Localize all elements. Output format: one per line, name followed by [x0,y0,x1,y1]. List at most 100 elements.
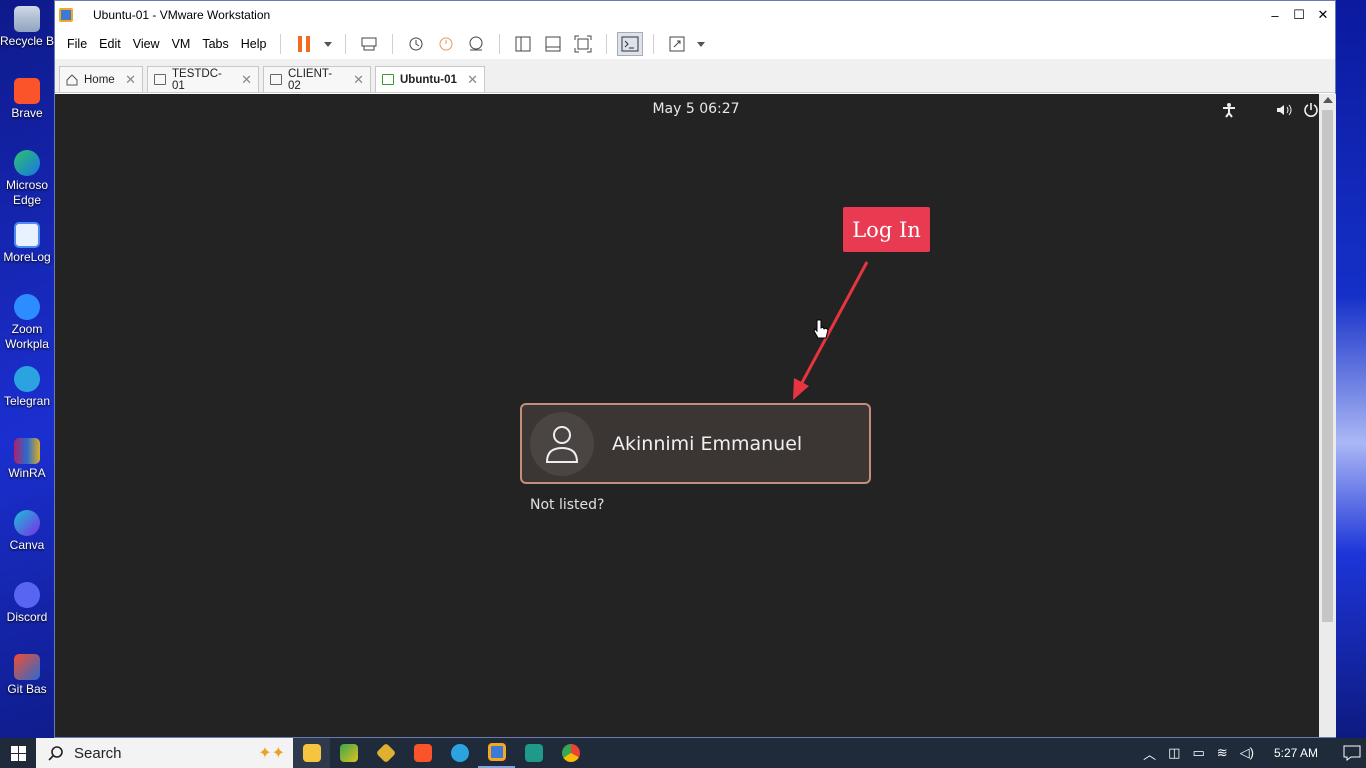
stretch-button[interactable] [664,32,690,56]
guest-display[interactable]: May 5 06:27 Log In Akinnimi Emmanuel Not… [55,94,1319,737]
menu-vm[interactable]: VM [166,37,197,51]
taskbar-chrome[interactable] [552,738,589,768]
notification-button[interactable] [1338,738,1366,768]
not-listed-link[interactable]: Not listed? [530,497,604,513]
desktop-icon-discord[interactable]: Discord [0,582,54,625]
revert-snapshot-button[interactable] [433,32,459,56]
vm-tab-bar: Home ✕ TESTDC-01 ✕ CLIENT-02 ✕ Ubuntu-01… [55,59,1335,93]
annotation-arrow [793,261,869,400]
morelog-icon [14,222,40,248]
show-library-button[interactable] [510,32,536,56]
taskbar-vscode-insiders[interactable] [515,738,552,768]
pause-button[interactable] [291,32,317,56]
system-tray: ︿ ◫ ▭ ≋ ◁) 5:27 AM [1137,738,1366,768]
folder-icon [302,744,321,762]
start-button[interactable] [0,738,36,768]
search-label: Search [74,744,122,762]
toolbar-divider [606,34,608,54]
user-login-card[interactable]: Akinnimi Emmanuel [520,403,871,484]
vertical-scrollbar[interactable] [1319,94,1336,737]
scroll-up-icon[interactable] [1323,97,1333,103]
scrollbar-thumb[interactable] [1322,110,1333,622]
full-screen-button[interactable] [570,32,596,56]
guest-clock[interactable]: May 5 06:27 [55,101,1337,117]
menu-tabs[interactable]: Tabs [196,37,234,51]
desktop-icon-winrar[interactable]: WinRA [0,438,54,481]
power-icon[interactable] [1303,102,1319,118]
close-icon[interactable]: ✕ [467,72,478,88]
taskbar-search[interactable]: Search ✦✦ [36,738,293,768]
chevron-down-icon [697,41,706,47]
library-icon [515,36,531,52]
desktop-icon-git-bash[interactable]: Git Bas [0,654,54,697]
tab-home[interactable]: Home ✕ [59,66,143,92]
canva-icon [14,510,40,536]
vmware-icon [487,743,506,761]
stretch-icon [669,36,685,52]
menu-file[interactable]: File [61,37,93,51]
toolbar-divider [392,34,394,54]
wifi-icon[interactable]: ≋ [1217,745,1228,761]
close-icon[interactable]: ✕ [353,72,364,88]
desktop-icon-canva[interactable]: Canva [0,510,54,553]
discord-icon [14,582,40,608]
volume-icon[interactable]: ◁) [1240,745,1254,761]
snapshot-button[interactable] [403,32,429,56]
chevron-up-icon[interactable]: ︿ [1143,744,1156,763]
tab-testdc-01[interactable]: TESTDC-01 ✕ [147,66,259,92]
battery-icon[interactable]: ▭ [1192,745,1204,761]
desktop-icon-zoom[interactable]: Zoom Workpla [0,294,54,352]
taskbar-telegram[interactable] [441,738,478,768]
git-bash-icon [14,654,40,680]
tab-client-02[interactable]: CLIENT-02 ✕ [263,66,371,92]
title-bar[interactable]: Ubuntu-01 - VMware Workstation – ☐ ✕ [55,1,1335,29]
window-title: Ubuntu-01 - VMware Workstation [93,8,271,22]
vm-icon [154,74,166,85]
volume-icon[interactable] [1275,102,1293,118]
camera-icon[interactable]: ◫ [1168,745,1180,761]
menu-edit[interactable]: Edit [93,37,127,51]
close-icon[interactable]: ✕ [125,72,136,88]
stretch-dropdown[interactable] [694,32,708,56]
thumbnail-bar-button[interactable] [540,32,566,56]
desktop-icon-edge[interactable]: Microso Edge [0,150,54,208]
snapshot-manager-button[interactable] [463,32,489,56]
avatar [530,411,594,476]
taskbar-clock[interactable]: 5:27 AM [1274,746,1318,760]
minimize-button[interactable]: – [1263,1,1287,29]
desktop-icon-recycle-bin[interactable]: Recycle B [0,6,54,49]
pause-icon [298,36,311,52]
git-icon [375,742,396,764]
power-dropdown[interactable] [321,32,335,56]
app-icon [339,744,358,762]
maximize-button[interactable]: ☐ [1287,1,1311,29]
close-icon[interactable]: ✕ [241,72,252,88]
desktop-icon-brave[interactable]: Brave [0,78,54,121]
snapshot-icon [409,37,423,51]
send-ctrl-alt-del-button[interactable] [356,32,382,56]
desktop-icon-morelog[interactable]: MoreLog [0,222,54,265]
telegram-icon [14,366,40,392]
vmware-window: Ubuntu-01 - VMware Workstation – ☐ ✕ Fil… [54,0,1336,738]
menu-toolbar: File Edit View VM Tabs Help [55,29,1335,59]
toolbar-divider [499,34,501,54]
toolbar-divider [280,34,282,54]
hand-cursor-icon [813,319,829,339]
console-view-button[interactable] [617,32,644,56]
chevron-down-icon [324,41,333,47]
menu-help[interactable]: Help [235,37,273,51]
tab-ubuntu-01[interactable]: Ubuntu-01 ✕ [375,66,485,92]
taskbar-app-2[interactable] [330,738,367,768]
windows-icon [10,745,26,761]
zoom-icon [14,294,40,320]
accessibility-icon[interactable] [1222,102,1236,118]
taskbar-brave[interactable] [404,738,441,768]
telegram-icon [450,744,469,762]
menu-view[interactable]: View [127,37,166,51]
close-button[interactable]: ✕ [1311,1,1335,29]
taskbar-vmware[interactable] [478,738,515,768]
taskbar-file-explorer[interactable] [293,738,330,768]
desktop-icon-telegram[interactable]: Telegran [0,366,54,409]
taskbar-git[interactable] [367,738,404,768]
snapshot-manager-icon [469,36,483,51]
